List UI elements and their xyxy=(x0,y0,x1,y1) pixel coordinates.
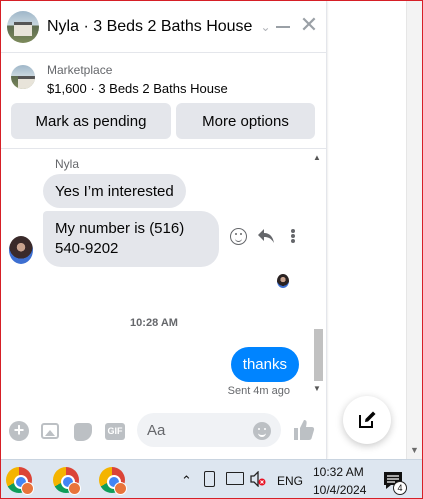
reply-icon[interactable] xyxy=(257,228,275,244)
chrome-profile-icon[interactable] xyxy=(51,465,81,495)
chat-window: Nyla · 3 Beds 2 Baths House ⌄ ✕ Marketpl… xyxy=(1,1,327,459)
input-language[interactable]: ENG xyxy=(277,474,303,488)
notification-count-badge: 4 xyxy=(393,481,407,495)
message-list: ▲ ▼ Nyla Yes I’m interested My number is… xyxy=(1,149,327,402)
listing-thumbnail[interactable] xyxy=(11,65,35,89)
show-hidden-icons-chevron-icon[interactable]: ⌃ xyxy=(181,473,192,489)
thumbs-up-icon[interactable] xyxy=(292,418,316,442)
windows-taskbar: ⌃ ENG 10:32 AM 10/4/2024 4 xyxy=(1,459,422,498)
chat-header[interactable]: Nyla · 3 Beds 2 Baths House ⌄ ✕ xyxy=(1,1,327,53)
seen-receipt-avatar xyxy=(277,274,289,288)
close-icon[interactable]: ✕ xyxy=(299,14,319,36)
incoming-message[interactable]: My number is (516) 540-9202 xyxy=(43,211,219,267)
photo-icon[interactable] xyxy=(41,423,59,439)
chrome-profile-icon[interactable] xyxy=(97,465,127,495)
network-icon[interactable] xyxy=(226,472,244,485)
listing-card: Marketplace $1,600 · 3 Beds 2 Baths Hous… xyxy=(1,53,327,149)
outgoing-message[interactable]: thanks xyxy=(230,347,299,382)
contact-avatar[interactable] xyxy=(9,236,33,264)
sender-name: Nyla xyxy=(55,157,80,171)
battery-icon[interactable] xyxy=(204,471,215,487)
incoming-message[interactable]: Yes I’m interested xyxy=(43,174,186,208)
minimize-icon[interactable] xyxy=(275,18,291,34)
scroll-up-arrow-icon[interactable]: ▲ xyxy=(313,153,321,162)
chat-title[interactable]: Nyla · 3 Beds 2 Baths House xyxy=(47,18,252,36)
message-scrollbar[interactable]: ▲ ▼ xyxy=(312,153,323,393)
mark-as-pending-button[interactable]: Mark as pending xyxy=(11,103,171,139)
sent-status: Sent 4m ago xyxy=(227,385,290,397)
chevron-down-icon[interactable]: ⌄ xyxy=(260,20,270,34)
listing-source: Marketplace xyxy=(47,63,113,77)
scrollbar-thumb[interactable] xyxy=(314,329,323,381)
listing-avatar[interactable] xyxy=(7,10,39,43)
more-options-button[interactable]: More options xyxy=(176,103,315,139)
compose-icon xyxy=(359,411,376,428)
chrome-profile-icon[interactable] xyxy=(4,465,34,495)
message-timestamp: 10:28 AM xyxy=(130,317,178,329)
clock-date[interactable]: 10/4/2024 xyxy=(313,483,366,497)
screen: ▼ Nyla · 3 Beds 2 Baths House ⌄ ✕ Market… xyxy=(0,0,423,499)
page-scrollbar[interactable]: ▼ xyxy=(406,1,422,459)
sticker-icon[interactable] xyxy=(74,423,92,441)
clock-time[interactable]: 10:32 AM xyxy=(313,465,364,479)
more-vertical-icon[interactable] xyxy=(291,229,295,243)
plus-icon[interactable]: + xyxy=(9,421,29,441)
react-emoji-icon[interactable] xyxy=(230,228,247,245)
scroll-down-arrow-icon[interactable]: ▼ xyxy=(410,445,419,455)
emoji-icon[interactable] xyxy=(253,422,271,440)
new-message-button[interactable] xyxy=(343,396,391,444)
scroll-down-arrow-icon[interactable]: ▼ xyxy=(313,384,321,393)
listing-price-title[interactable]: $1,600 · 3 Beds 2 Baths House xyxy=(47,81,228,96)
gif-icon[interactable]: GIF xyxy=(105,423,125,440)
composer: + GIF xyxy=(1,402,327,459)
volume-muted-icon[interactable] xyxy=(250,471,266,487)
